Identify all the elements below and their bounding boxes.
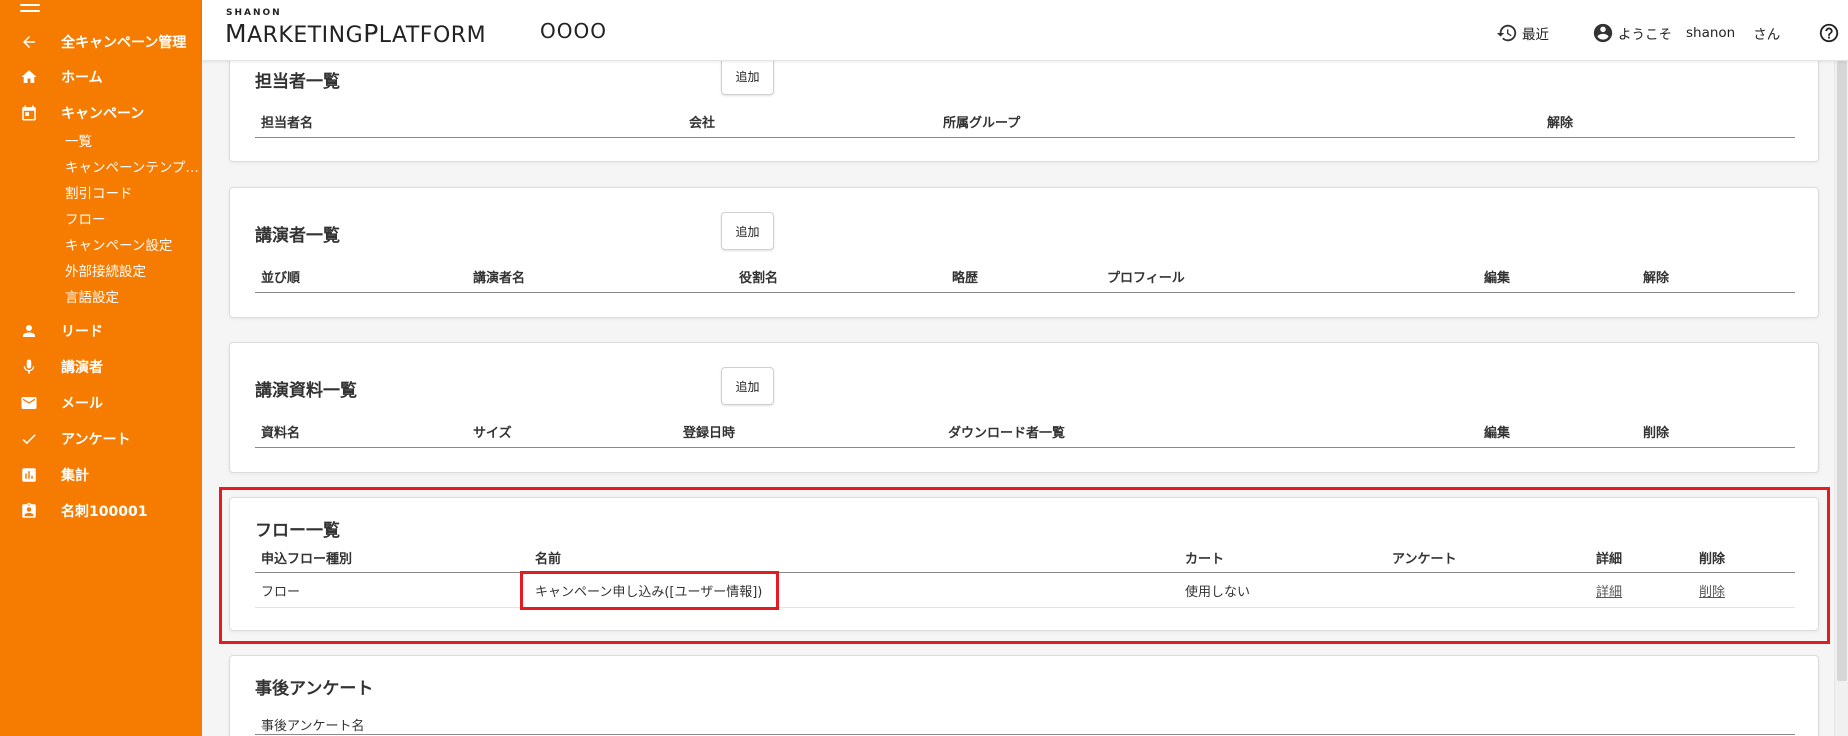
hamburger-icon[interactable]	[20, 0, 40, 12]
nav-label: 講演者	[61, 360, 103, 376]
user-honorific: さん	[1753, 27, 1781, 43]
flows-section-highlight	[219, 487, 1830, 644]
person-icon	[19, 321, 39, 341]
column-header: 解除	[1547, 116, 1574, 131]
calendar-icon	[19, 103, 39, 123]
logo-initial: M	[225, 19, 248, 48]
recent-label: 最近	[1522, 27, 1549, 43]
staff-title: 担当者一覧	[255, 72, 340, 92]
speakers-add-button[interactable]: 追加	[721, 212, 774, 250]
column-header: ダウンロード者一覧	[948, 426, 1066, 441]
logo-text: LATFORM	[378, 23, 487, 48]
welcome-text: ようこそ	[1618, 27, 1672, 43]
nav-label: メール	[61, 396, 103, 412]
check-icon	[19, 429, 39, 449]
app-name: OOOO	[540, 19, 607, 43]
user-menu[interactable]: ようこそ shanon さん	[1592, 22, 1780, 44]
column-header: 担当者名	[261, 116, 314, 131]
sub-item-external-connection[interactable]: 外部接続設定	[65, 260, 200, 284]
sub-item-discount-code[interactable]: 割引コード	[65, 182, 200, 206]
nav-label: 集計	[61, 468, 89, 484]
logo-top-text: SHANON	[226, 8, 282, 18]
nav-label: 名刺100001	[61, 504, 148, 520]
column-header: 役割名	[739, 271, 779, 286]
mic-icon	[19, 357, 39, 377]
home-icon	[19, 67, 39, 87]
nav-lead[interactable]: リード	[0, 315, 202, 347]
nav-label: 全キャンペーン管理	[61, 35, 187, 51]
history-icon	[1496, 24, 1517, 42]
logo-initial: P	[363, 19, 379, 48]
nav-mail[interactable]: メール	[0, 387, 202, 419]
materials-title: 講演資料一覧	[255, 381, 357, 401]
post-survey-title: 事後アンケート	[255, 679, 374, 699]
sub-item-campaign-settings[interactable]: キャンペーン設定	[65, 234, 200, 258]
column-header: 講演者名	[473, 271, 526, 286]
column-header: 解除	[1643, 271, 1670, 286]
sub-item-flow[interactable]: フロー	[65, 208, 200, 232]
column-header: 事後アンケート名	[261, 719, 365, 734]
sub-item-list[interactable]: 一覧	[65, 130, 200, 154]
speakers-card: 講演者一覧 追加 並び順 講演者名 役割名 略歴 プロフィール 編集 解除	[229, 187, 1819, 318]
header-divider	[255, 292, 1795, 293]
staff-add-button[interactable]: 追加	[721, 57, 774, 95]
nav-all-campaigns[interactable]: 全キャンペーン管理	[0, 26, 202, 58]
nav-label: キャンペーン	[61, 106, 145, 122]
nav-speaker[interactable]: 講演者	[0, 351, 202, 383]
materials-add-button[interactable]: 追加	[721, 367, 774, 405]
user-name: shanon	[1686, 25, 1736, 41]
column-header: 編集	[1484, 426, 1511, 441]
column-header: プロフィール	[1107, 271, 1185, 286]
flow-name-highlight	[520, 571, 779, 610]
column-header: 削除	[1643, 426, 1670, 441]
post-survey-card: 事後アンケート 事後アンケート名	[229, 655, 1819, 736]
nav-campaign[interactable]: キャンペーン	[0, 97, 202, 129]
column-header: 会社	[689, 116, 716, 131]
nav-home[interactable]: ホーム	[0, 61, 202, 93]
header-divider	[255, 137, 1795, 138]
badge-icon	[19, 501, 39, 521]
header-divider	[255, 734, 1795, 735]
arrow-left-icon	[19, 32, 39, 52]
bar-chart-icon	[19, 465, 39, 485]
speakers-title: 講演者一覧	[255, 226, 340, 246]
column-header: 略歴	[952, 271, 979, 286]
column-header: 編集	[1484, 271, 1511, 286]
header-divider	[255, 447, 1795, 448]
logo[interactable]: MARKETINGPLATFORM	[225, 19, 486, 48]
nav-survey[interactable]: アンケート	[0, 423, 202, 455]
column-header: 登録日時	[683, 426, 736, 441]
account-circle-icon	[1593, 23, 1613, 43]
nav-label: アンケート	[61, 432, 131, 448]
staff-card: 担当者一覧 追加 担当者名 会社 所属グループ 解除	[229, 48, 1819, 162]
column-header: 並び順	[261, 271, 301, 286]
column-header: 資料名	[261, 426, 301, 441]
column-header: サイズ	[473, 426, 512, 441]
help-icon[interactable]	[1818, 22, 1840, 44]
nav-label: ホーム	[61, 70, 103, 86]
nav-label: リード	[61, 324, 103, 340]
scrollbar[interactable]	[1834, 61, 1848, 736]
nav-report[interactable]: 集計	[0, 459, 202, 491]
nav-business-card[interactable]: 名刺100001	[0, 495, 202, 527]
sidebar: 全キャンペーン管理 ホーム キャンペーン 一覧 キャンペーンテンプレート 割引コ…	[0, 0, 202, 736]
logo-text: ARKETING	[247, 23, 364, 48]
scrollbar-thumb[interactable]	[1837, 61, 1847, 681]
sub-item-campaign-template[interactable]: キャンペーンテンプレート	[65, 156, 200, 180]
recent-button[interactable]: 最近	[1496, 22, 1549, 44]
materials-card: 講演資料一覧 追加 資料名 サイズ 登録日時 ダウンロード者一覧 編集 削除	[229, 342, 1819, 473]
mail-icon	[19, 393, 39, 413]
top-header: SHANON MARKETINGPLATFORM OOOO 最近 ようこそ sh…	[202, 0, 1848, 61]
column-header: 所属グループ	[943, 116, 1021, 131]
sub-item-language-settings[interactable]: 言語設定	[65, 286, 200, 310]
